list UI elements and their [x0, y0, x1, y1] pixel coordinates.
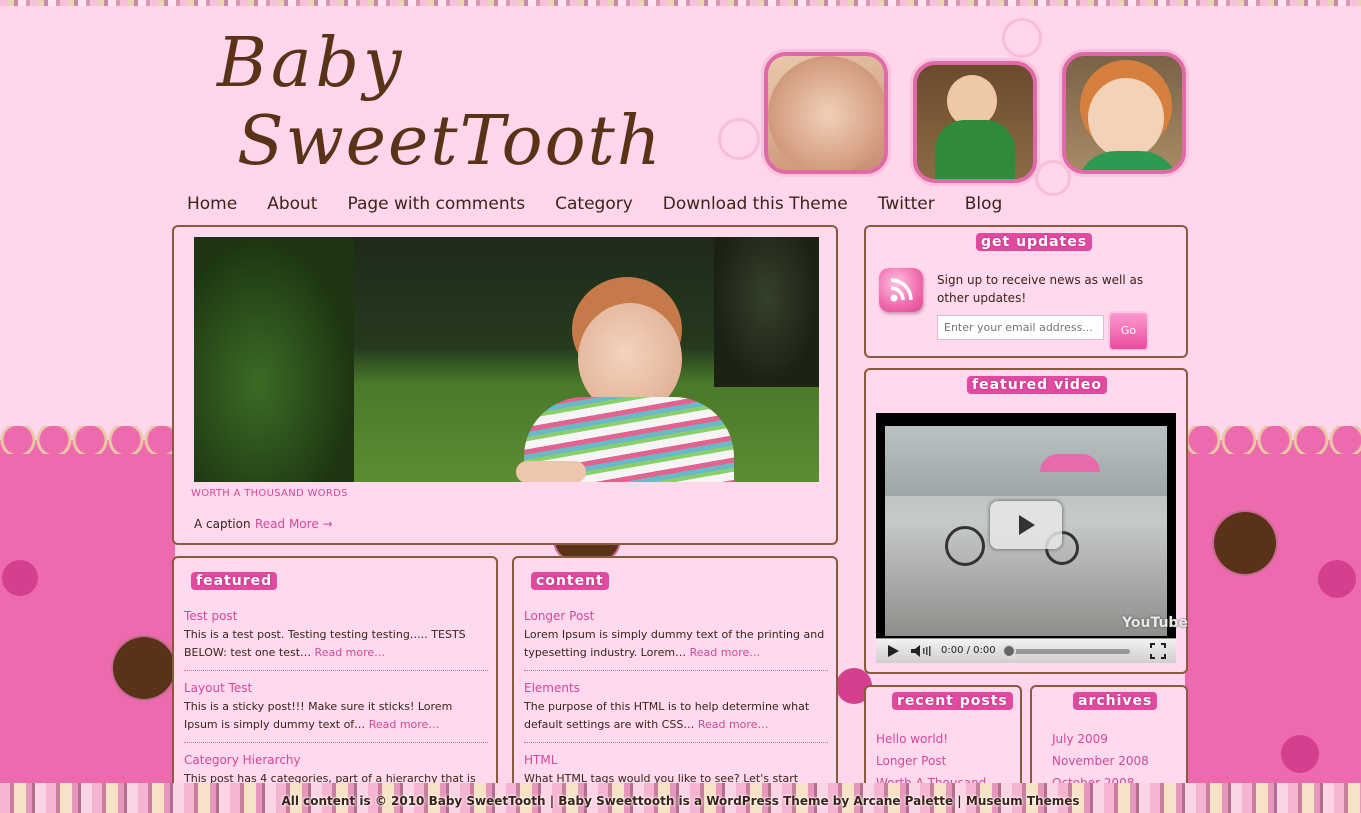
hero-foliage-left — [194, 237, 354, 482]
archive-link[interactable]: November 2008 — [1052, 754, 1149, 768]
post-title-link[interactable]: HTML — [524, 753, 828, 767]
archives-heading: archives — [1073, 692, 1158, 710]
footer-separator: | — [549, 794, 555, 808]
recent-post-link[interactable]: Longer Post — [876, 754, 986, 768]
read-more-link[interactable]: Read more… — [315, 646, 386, 659]
youtube-watermark: YouTube — [1122, 615, 1188, 631]
volume-icon[interactable] — [910, 644, 932, 658]
video-wheel — [945, 526, 985, 566]
go-button[interactable]: Go — [1110, 313, 1147, 349]
post-title-link[interactable]: Longer Post — [524, 609, 828, 623]
video-time: 0:00 / 0:00 — [941, 645, 996, 656]
read-more-link[interactable]: Read more… — [698, 718, 769, 731]
hero-image[interactable] — [194, 237, 819, 482]
video-umbrella — [1040, 454, 1100, 472]
recent-post-link[interactable]: Hello world! — [876, 732, 986, 746]
header-photo-1 — [764, 52, 888, 174]
post-excerpt: The purpose of this HTML is to help dete… — [524, 700, 810, 731]
photo-face — [1088, 78, 1164, 158]
recent-posts-heading: recent posts — [892, 692, 1013, 710]
nav-blog[interactable]: Blog — [965, 194, 1003, 220]
featured-post-list: Test post This is a test post. Testing t… — [184, 609, 488, 794]
decorative-swirl — [1002, 18, 1042, 58]
post-title-link[interactable]: Elements — [524, 681, 828, 695]
video-play-button[interactable] — [990, 501, 1062, 549]
read-more-link[interactable]: Read more… — [690, 646, 761, 659]
featured-box: featured Test post This is a test post. … — [172, 556, 498, 796]
featured-heading: featured — [191, 572, 278, 590]
hero-baby-hand — [516, 461, 586, 482]
polka-dot — [113, 637, 175, 699]
recent-posts-box: recent posts Hello world! Longer Post Wo… — [864, 685, 1022, 795]
nav-category[interactable]: Category — [555, 194, 633, 220]
rss-icon[interactable] — [879, 268, 923, 312]
header-photo-2 — [913, 61, 1037, 183]
post-excerpt: Lorem Ipsum is simply dummy text of the … — [524, 628, 825, 659]
nav-about[interactable]: About — [267, 194, 317, 220]
updates-heading: get updates — [976, 233, 1093, 251]
play-icon[interactable] — [886, 644, 900, 658]
post-title-link[interactable]: Layout Test — [184, 681, 488, 695]
post-item: Test post This is a test post. Testing t… — [184, 609, 488, 671]
hero-read-more-link[interactable]: Read More → — [255, 517, 333, 531]
play-icon — [1019, 515, 1035, 535]
post-title-link[interactable]: Category Hierarchy — [184, 753, 488, 767]
archives-box: archives July 2009 November 2008 October… — [1030, 685, 1188, 795]
post-item: Elements The purpose of this HTML is to … — [524, 681, 828, 743]
photo-face — [768, 56, 884, 170]
photo-dress — [935, 120, 1015, 179]
archive-link[interactable]: July 2009 — [1052, 732, 1149, 746]
site-logo[interactable]: Baby SweetTooth — [215, 24, 661, 184]
top-stripe — [0, 0, 1361, 6]
email-input[interactable] — [937, 315, 1104, 340]
rss-glyph — [890, 278, 913, 302]
video-progress-knob[interactable] — [1002, 644, 1016, 658]
post-excerpt: This is a sticky post!!! Make sure it st… — [184, 700, 453, 731]
video-heading: featured video — [967, 376, 1108, 394]
footer: All content is © 2010 Baby SweetTooth | … — [0, 794, 1361, 808]
video-controls: 0:00 / 0:00 — [876, 638, 1176, 663]
read-more-link[interactable]: Read more… — [369, 718, 440, 731]
polka-dot — [1281, 735, 1319, 773]
left-scallop-band — [0, 426, 175, 785]
nav-download-theme[interactable]: Download this Theme — [663, 194, 848, 220]
footer-copyright: All content is © 2010 Baby SweetTooth — [281, 794, 546, 808]
footer-theme-link[interactable]: Baby Sweettooth is a WordPress Theme by … — [558, 794, 953, 808]
content-post-list: Longer Post Lorem Ipsum is simply dummy … — [524, 609, 828, 794]
post-excerpt: This is a test post. Testing testing tes… — [184, 628, 466, 659]
post-item: Layout Test This is a sticky post!!! Mak… — [184, 681, 488, 743]
polka-dot — [1318, 560, 1356, 598]
updates-text: Sign up to receive news as well as other… — [937, 273, 1144, 305]
nav-home[interactable]: Home — [187, 194, 237, 220]
footer-separator: | — [957, 794, 962, 808]
video-progress-bar[interactable] — [1004, 649, 1130, 654]
content-heading: content — [531, 572, 609, 590]
decorative-swirl — [718, 118, 760, 160]
polka-dot — [1214, 512, 1276, 574]
photo-shirt — [1076, 151, 1180, 170]
post-title-link[interactable]: Test post — [184, 609, 488, 623]
nav-twitter[interactable]: Twitter — [878, 194, 935, 220]
right-scallop-band — [1185, 426, 1361, 785]
content-box: content Longer Post Lorem Ipsum is simpl… — [512, 556, 838, 796]
hero-caption: A caption — [194, 517, 251, 531]
main-nav: Home About Page with comments Category D… — [187, 194, 1002, 220]
video-sea — [885, 426, 1167, 496]
hero-foliage-right — [714, 237, 819, 387]
logo-line-2: SweetTooth — [237, 102, 663, 181]
post-item: Longer Post Lorem Ipsum is simply dummy … — [524, 609, 828, 671]
logo-line-1: Baby — [217, 24, 406, 103]
footer-museum-link[interactable]: Museum Themes — [966, 794, 1080, 808]
hero-caption-tag: WORTH A THOUSAND WORDS — [191, 488, 348, 499]
header-photo-3 — [1062, 52, 1186, 174]
polka-dot — [2, 560, 38, 596]
nav-page-with-comments[interactable]: Page with comments — [347, 194, 525, 220]
fullscreen-icon[interactable] — [1150, 643, 1166, 659]
